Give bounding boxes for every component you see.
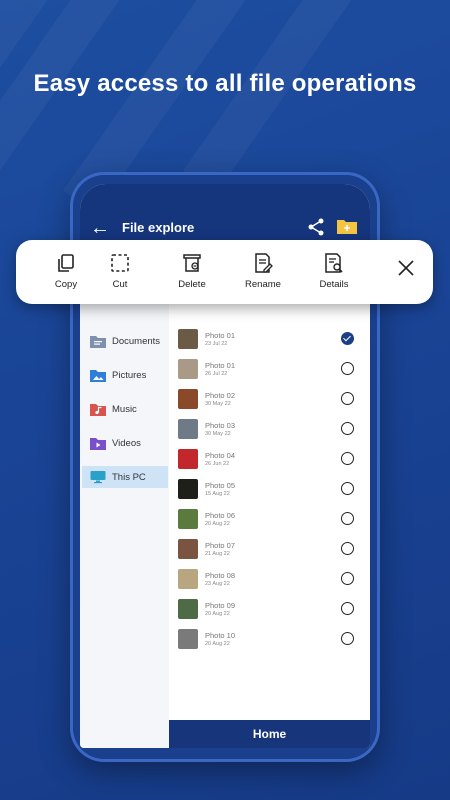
photo-thumbnail — [178, 359, 198, 379]
photo-name: Photo 10 — [205, 631, 236, 640]
photo-name: Photo 09 — [205, 601, 236, 610]
photo-list: Photo 01 23 Jul 22 Photo 01 26 Jul 22 Ph… — [169, 314, 370, 738]
list-item[interactable]: Photo 02 30 May 22 — [169, 384, 370, 414]
select-checkbox[interactable] — [341, 482, 354, 495]
select-checkbox[interactable] — [341, 602, 354, 615]
photo-name: Photo 02 — [205, 391, 236, 400]
documents-folder-icon — [90, 336, 106, 348]
photo-date: 21 Aug 22 — [205, 551, 230, 557]
photo-thumbnail — [178, 329, 198, 349]
list-item[interactable]: Photo 09 20 Aug 22 — [169, 594, 370, 624]
photo-name: Photo 03 — [205, 421, 236, 430]
photo-thumbnail — [178, 569, 198, 589]
select-checkbox[interactable] — [341, 572, 354, 585]
sidebar-item-videos[interactable]: Videos — [82, 432, 168, 454]
rename-button[interactable]: Rename — [231, 252, 295, 294]
sidebar-item-label: This PC — [112, 471, 146, 483]
delete-label: Delete — [178, 279, 206, 290]
photo-date: 30 May 22 — [205, 401, 231, 407]
select-checkbox[interactable] — [341, 392, 354, 405]
photo-date: 20 Aug 22 — [205, 611, 230, 617]
cut-label: Cut — [112, 279, 128, 290]
photo-thumbnail — [178, 449, 198, 469]
photo-name: Photo 01 — [205, 361, 236, 370]
sidebar-item-label: Videos — [112, 437, 141, 449]
copy-icon — [58, 254, 74, 272]
rename-label: Rename — [245, 279, 281, 290]
share-icon[interactable] — [306, 217, 326, 237]
promo-screen: Easy access to all file operations ← Fil… — [0, 0, 450, 800]
cut-icon — [111, 254, 129, 272]
photo-name: Photo 01 — [205, 331, 236, 340]
photo-name: Photo 04 — [205, 451, 236, 460]
select-checkbox[interactable] — [341, 452, 354, 465]
photo-thumbnail — [178, 629, 198, 649]
sidebar-item-documents[interactable]: Documents — [82, 330, 168, 352]
music-folder-icon — [90, 404, 106, 416]
photo-date: 20 Aug 22 — [205, 641, 230, 647]
delete-icon — [183, 254, 201, 272]
list-item[interactable]: Photo 01 23 Jul 22 — [169, 324, 370, 354]
photo-thumbnail — [178, 599, 198, 619]
list-item[interactable]: Photo 10 20 Aug 22 — [169, 624, 370, 654]
photo-date: 30 May 22 — [205, 431, 231, 437]
rename-icon — [255, 253, 273, 273]
select-checkbox[interactable] — [341, 512, 354, 525]
details-icon — [325, 253, 343, 273]
sidebar-item-music[interactable]: Music — [82, 398, 168, 420]
back-arrow-icon[interactable]: ← — [90, 218, 110, 238]
delete-button[interactable]: Delete — [160, 252, 224, 294]
close-icon[interactable] — [392, 254, 420, 282]
photo-date: 20 Aug 22 — [205, 521, 230, 527]
photo-thumbnail — [178, 419, 198, 439]
list-item[interactable]: Photo 05 15 Aug 22 — [169, 474, 370, 504]
list-item[interactable]: Photo 01 26 Jul 22 — [169, 354, 370, 384]
select-checkbox[interactable] — [341, 542, 354, 555]
sidebar-item-pictures[interactable]: Pictures — [82, 364, 168, 386]
photo-thumbnail — [178, 389, 198, 409]
photo-date: 15 Aug 22 — [205, 491, 230, 497]
photo-date: 26 Jun 22 — [205, 461, 230, 467]
list-item[interactable]: Photo 08 23 Aug 22 — [169, 564, 370, 594]
photo-date: 23 Jul 22 — [205, 341, 228, 347]
app-title: File explore — [122, 220, 195, 235]
photo-name: Photo 07 — [205, 541, 236, 550]
details-label: Details — [319, 279, 349, 290]
photo-date: 26 Jul 22 — [205, 371, 228, 377]
select-checkbox[interactable] — [341, 422, 354, 435]
photo-thumbnail — [178, 509, 198, 529]
list-item[interactable]: Photo 03 30 May 22 — [169, 414, 370, 444]
promo-headline: Easy access to all file operations — [33, 70, 417, 97]
select-checkbox[interactable] — [341, 332, 354, 345]
sidebar-item-label: Music — [112, 403, 137, 415]
home-tab[interactable]: Home — [169, 720, 370, 748]
list-item[interactable]: Photo 07 21 Aug 22 — [169, 534, 370, 564]
photo-name: Photo 08 — [205, 571, 236, 580]
photo-thumbnail — [178, 479, 198, 499]
monitor-icon — [90, 471, 106, 484]
list-item[interactable]: Photo 04 26 Jun 22 — [169, 444, 370, 474]
photo-name: Photo 05 — [205, 481, 236, 490]
sidebar-item-label: Documents — [112, 335, 161, 347]
sidebar-item-this-pc[interactable]: This PC — [82, 466, 168, 488]
photo-thumbnail — [178, 539, 198, 559]
select-checkbox[interactable] — [341, 362, 354, 375]
photo-name: Photo 06 — [205, 511, 236, 520]
videos-folder-icon — [90, 438, 106, 450]
cut-button[interactable]: Cut — [88, 252, 152, 294]
pictures-folder-icon — [90, 370, 106, 382]
new-folder-icon[interactable] — [336, 217, 358, 235]
list-item[interactable]: Photo 06 20 Aug 22 — [169, 504, 370, 534]
file-operations-toolbar: Copy Cut Delete Rename Details — [16, 240, 433, 304]
photo-date: 23 Aug 22 — [205, 581, 230, 587]
details-button[interactable]: Details — [302, 252, 366, 294]
sidebar-item-label: Pictures — [112, 369, 147, 381]
sidebar: Documents Pictures Music Videos This PC — [80, 294, 169, 748]
select-checkbox[interactable] — [341, 632, 354, 645]
